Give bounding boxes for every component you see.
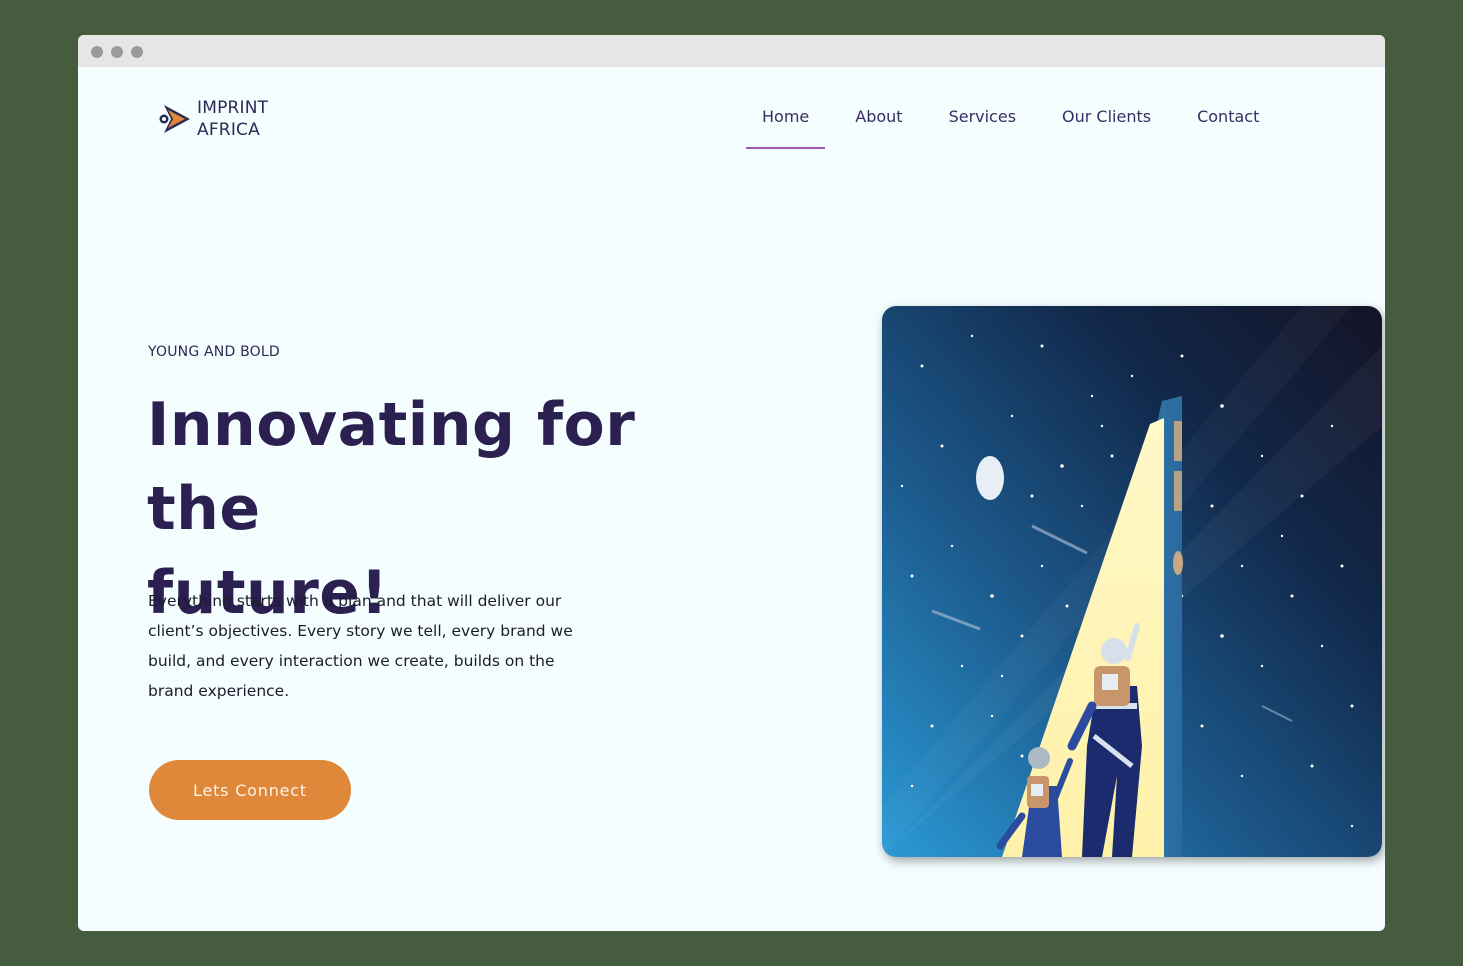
space-illustration	[882, 306, 1382, 857]
nav-our-clients[interactable]: Our Clients	[1046, 95, 1167, 149]
window-titlebar	[78, 35, 1385, 67]
window-dot-icon[interactable]	[111, 46, 123, 58]
window-dot-icon[interactable]	[91, 46, 103, 58]
nav-home[interactable]: Home	[746, 95, 826, 149]
hero-headline-line1: Innovating for the	[147, 390, 636, 544]
window-dot-icon[interactable]	[131, 46, 143, 58]
brand-logo[interactable]: IMPRINT AFRICA	[158, 97, 288, 141]
browser-window: IMPRINT AFRICA Home About Services Our C…	[78, 35, 1385, 931]
main-nav: Home About Services Our Clients Contact	[746, 95, 1289, 149]
nav-about[interactable]: About	[839, 95, 918, 149]
hero-eyebrow: YOUNG AND BOLD	[148, 344, 280, 360]
nav-services[interactable]: Services	[933, 95, 1032, 149]
brand-name-line2: AFRICA	[197, 120, 260, 140]
brand-name-line1: IMPRINT	[197, 98, 269, 118]
hero-illustration	[882, 306, 1382, 857]
hero-body: Everything starts with a plan and that w…	[148, 592, 573, 700]
lets-connect-button[interactable]: Lets Connect	[149, 760, 351, 820]
brand-name: IMPRINT AFRICA	[197, 97, 268, 141]
brand-mark-icon	[159, 105, 190, 133]
nav-contact[interactable]: Contact	[1181, 95, 1275, 149]
